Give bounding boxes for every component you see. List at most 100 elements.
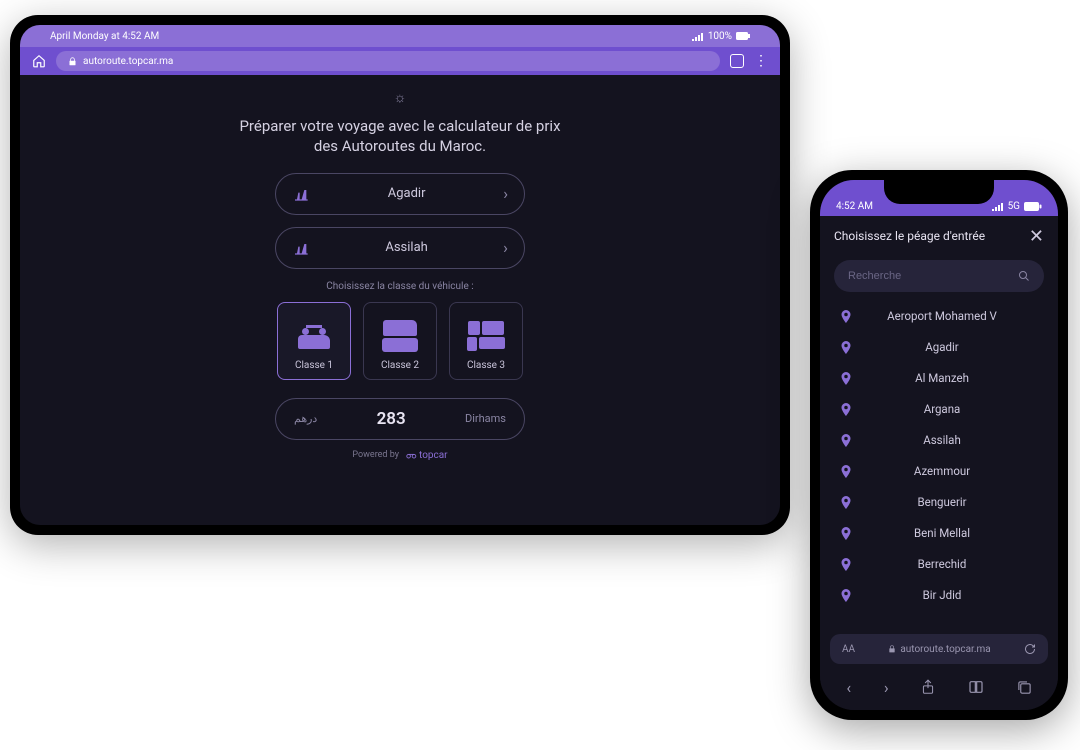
- menu-icon[interactable]: ⋮: [754, 54, 768, 68]
- toll-row[interactable]: Benguerir: [820, 486, 1058, 517]
- battery-icon: [1024, 202, 1042, 211]
- phone-screen: 4:52 AM 5G Choisissez le péage d'entrée …: [820, 180, 1058, 710]
- toll-name: Assilah: [866, 433, 1038, 447]
- tablet-status-bar: April Monday at 4:52 AM 100%: [20, 25, 780, 47]
- status-datetime: April Monday at 4:52 AM: [50, 31, 159, 42]
- toll-name: Aeroport Mohamed V: [866, 309, 1038, 323]
- toll-row[interactable]: Berrechid: [820, 548, 1058, 579]
- reload-icon[interactable]: [1024, 643, 1036, 655]
- currency-ar: درهم: [294, 412, 317, 425]
- toll-name: Al Manzeh: [866, 371, 1038, 385]
- modal-title: Choisissez le péage d'entrée: [834, 229, 985, 243]
- toll-row[interactable]: Al Manzeh: [820, 362, 1058, 393]
- topcar-logo: topcar: [405, 450, 448, 461]
- url-input[interactable]: autoroute.topcar.ma: [56, 51, 720, 71]
- phone-notch: [884, 180, 994, 204]
- tabs-icon[interactable]: [1017, 680, 1032, 695]
- lock-icon: [888, 645, 896, 653]
- currency-label: Dirhams: [465, 412, 506, 425]
- safari-url-bar[interactable]: AA autoroute.topcar.ma: [830, 634, 1048, 664]
- lock-icon: [68, 57, 77, 66]
- toll-name: Benguerir: [866, 495, 1038, 509]
- battery-icon: [736, 32, 750, 40]
- battery-level: 100%: [708, 31, 732, 42]
- class2-icon: [382, 316, 418, 356]
- exit-toll-label: Assilah: [385, 240, 427, 255]
- pin-icon: [840, 527, 852, 539]
- pin-icon: [840, 589, 852, 601]
- network-label: 5G: [1008, 201, 1020, 212]
- toll-row[interactable]: Beni Mellal: [820, 517, 1058, 548]
- page-headline: Préparer votre voyage avec le calculateu…: [230, 116, 570, 157]
- pin-icon: [840, 310, 852, 322]
- search-box[interactable]: [834, 260, 1044, 292]
- class1-icon: [298, 316, 330, 356]
- toll-name: Bir Jdid: [866, 588, 1038, 602]
- tablet-device-frame: April Monday at 4:52 AM 100% autoroute.t…: [10, 15, 790, 535]
- close-icon[interactable]: ✕: [1029, 226, 1044, 247]
- tabs-icon[interactable]: [730, 54, 744, 68]
- class1-label: Classe 1: [295, 360, 333, 371]
- vehicle-class-3[interactable]: Classe 3: [449, 302, 523, 380]
- exit-toll-selector[interactable]: Assilah ›: [275, 227, 525, 269]
- pin-icon: [840, 558, 852, 570]
- search-icon: [1018, 270, 1030, 282]
- price-value: 283: [377, 409, 406, 429]
- bookmarks-icon[interactable]: [968, 680, 984, 694]
- pin-icon: [840, 496, 852, 508]
- back-icon[interactable]: ‹: [846, 678, 851, 697]
- status-right-cluster: 100%: [692, 31, 750, 42]
- pin-icon: [840, 341, 852, 353]
- class3-label: Classe 3: [467, 360, 505, 371]
- pin-icon: [840, 372, 852, 384]
- url-text: autoroute.topcar.ma: [83, 56, 173, 67]
- search-input[interactable]: [848, 270, 1018, 282]
- chevron-right-icon: ›: [503, 238, 508, 257]
- forward-icon[interactable]: ›: [884, 678, 889, 697]
- class3-icon: [467, 316, 505, 356]
- vehicle-class-row: Classe 1 Classe 2 Classe 3: [20, 302, 780, 380]
- chevron-right-icon: ›: [503, 184, 508, 203]
- signal-icon: [992, 203, 1004, 211]
- pin-icon: [840, 465, 852, 477]
- home-icon[interactable]: [32, 54, 46, 68]
- phone-device-frame: 4:52 AM 5G Choisissez le péage d'entrée …: [810, 170, 1068, 720]
- vehicle-class-2[interactable]: Classe 2: [363, 302, 437, 380]
- browser-actions: ⋮: [730, 54, 768, 68]
- status-time: 4:52 AM: [836, 201, 873, 212]
- share-icon[interactable]: [921, 679, 935, 695]
- reader-mode-icon[interactable]: AA: [842, 644, 855, 655]
- safari-toolbar: ‹ ›: [820, 670, 1058, 710]
- status-right-cluster: 5G: [992, 201, 1042, 212]
- toll-row[interactable]: Aeroport Mohamed V: [820, 300, 1058, 331]
- toll-row[interactable]: Agadir: [820, 331, 1058, 362]
- app-content: ☼ Préparer votre voyage avec le calculat…: [20, 75, 780, 461]
- toll-row[interactable]: Bir Jdid: [820, 579, 1058, 610]
- tablet-address-bar: autoroute.topcar.ma ⋮: [20, 47, 780, 75]
- entry-toll-selector[interactable]: Agadir ›: [275, 173, 525, 215]
- theme-toggle-icon[interactable]: ☼: [20, 89, 780, 106]
- vehicle-class-label: Choisissez la classe du véhicule :: [20, 281, 780, 292]
- pin-icon: [840, 403, 852, 415]
- toll-name: Azemmour: [866, 464, 1038, 478]
- toll-name: Berrechid: [866, 557, 1038, 571]
- toll-row[interactable]: Azemmour: [820, 455, 1058, 486]
- toll-row[interactable]: Assilah: [820, 424, 1058, 455]
- price-result: درهم 283 Dirhams: [275, 398, 525, 440]
- class2-label: Classe 2: [381, 360, 419, 371]
- tablet-screen: April Monday at 4:52 AM 100% autoroute.t…: [20, 25, 780, 525]
- pin-icon: [840, 434, 852, 446]
- toll-name: Argana: [866, 402, 1038, 416]
- entry-toll-label: Agadir: [388, 186, 426, 201]
- signal-icon: [692, 31, 704, 41]
- url-text: autoroute.topcar.ma: [900, 644, 990, 655]
- modal-header: Choisissez le péage d'entrée ✕: [820, 216, 1058, 256]
- exit-toll-icon: [292, 239, 310, 257]
- powered-prefix: Powered by: [352, 450, 399, 460]
- toll-name: Beni Mellal: [866, 526, 1038, 540]
- toll-row[interactable]: Argana: [820, 393, 1058, 424]
- powered-by: Powered by topcar: [20, 450, 780, 461]
- vehicle-class-1[interactable]: Classe 1: [277, 302, 351, 380]
- toll-name: Agadir: [866, 340, 1038, 354]
- toll-list: Aeroport Mohamed V Agadir Al Manzeh Argana A…: [820, 300, 1058, 634]
